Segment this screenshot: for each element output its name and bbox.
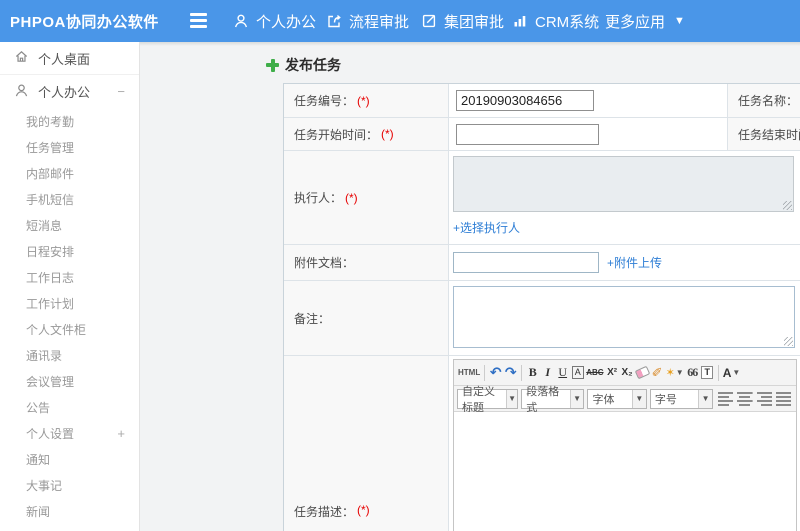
editor-content-area[interactable] bbox=[454, 412, 796, 531]
nav-item-group-approval[interactable]: 集团审批 bbox=[421, 0, 504, 42]
sidebar-item-label: 个人桌面 bbox=[38, 51, 91, 67]
sidebar-item-task-management[interactable]: 任务管理 bbox=[0, 134, 139, 160]
plus-icon bbox=[266, 58, 279, 72]
sidebar-item-memorabilia[interactable]: 大事记 bbox=[0, 472, 139, 498]
align-center-button[interactable] bbox=[737, 391, 753, 406]
sidebar-item-personal-office[interactable]: 个人办公 − bbox=[0, 75, 139, 108]
note-textarea[interactable] bbox=[453, 286, 795, 348]
expand-icon[interactable]: + bbox=[117, 426, 125, 441]
toolbar-separator bbox=[717, 364, 719, 381]
collapse-icon[interactable]: − bbox=[117, 84, 125, 99]
attachment-input[interactable] bbox=[453, 252, 599, 273]
rich-text-editor: HTML ↶ ↷ B I U A ABC X² X₂ ✐ ✶ ▼ 66 T A … bbox=[453, 359, 797, 531]
sidebar-item-notification[interactable]: 通知 bbox=[0, 446, 139, 472]
editor-remove-format-button[interactable] bbox=[634, 363, 650, 382]
nav-item-label: 流程审批 bbox=[349, 13, 410, 31]
sidebar-item-personal-file-cabinet[interactable]: 个人文件柜 bbox=[0, 316, 139, 342]
nav-item-label: 个人办公 bbox=[256, 13, 317, 31]
sidebar-item-news[interactable]: 新闻 bbox=[0, 498, 139, 524]
hamburger-menu-icon[interactable] bbox=[190, 13, 207, 29]
editor-redo-button[interactable]: ↷ bbox=[503, 363, 518, 382]
align-justify-button[interactable] bbox=[775, 391, 792, 406]
nav-item-more-apps[interactable]: 更多应用 ▼ bbox=[605, 0, 685, 42]
attachment-upload-link[interactable]: +附件上传 bbox=[607, 254, 662, 271]
editor-superscript-button[interactable]: X² bbox=[605, 363, 620, 382]
editor-autoformat-button[interactable]: ✶ ▼ bbox=[665, 363, 685, 382]
editor-italic-button[interactable]: I bbox=[540, 363, 555, 382]
nav-item-label: 集团审批 bbox=[444, 13, 505, 31]
task-name-label: 任务名称：(*) bbox=[728, 84, 800, 118]
editor-toolbar-row-2: 自定义标题 ▼ 段落格式 ▼ 字体 ▼ 字号 ▼ bbox=[454, 386, 796, 414]
note-label: 备注： bbox=[284, 281, 449, 356]
editor-font-color-button[interactable]: A ▼ bbox=[722, 363, 742, 382]
sidebar-item-personal-desktop[interactable]: 个人桌面 bbox=[0, 42, 139, 75]
eraser-icon bbox=[634, 365, 650, 380]
sidebar-item-contacts[interactable]: 通讯录 bbox=[0, 342, 139, 368]
custom-title-select[interactable]: 自定义标题 ▼ bbox=[457, 386, 519, 414]
sidebar-item-internal-mail[interactable]: 内部邮件 bbox=[0, 160, 139, 186]
paragraph-format-select[interactable]: 段落格式 ▼ bbox=[521, 386, 585, 414]
font-size-select[interactable]: 字号 ▼ bbox=[649, 388, 714, 409]
task-form: 任务编号：(*) 任务名称：(*) 任务开始时间：(*) 任务结束时间：(*) … bbox=[283, 83, 800, 531]
sidebar-item-schedule[interactable]: 日程安排 bbox=[0, 238, 139, 264]
task-number-input[interactable] bbox=[456, 90, 594, 111]
toolbar-separator bbox=[484, 364, 486, 381]
caret-down-icon: ▼ bbox=[732, 368, 741, 377]
editor-paste-text-button[interactable]: T bbox=[700, 363, 715, 382]
edit-approval-icon bbox=[421, 13, 437, 29]
task-description-label: 任务描述： (*) bbox=[284, 356, 449, 531]
editor-font-button[interactable]: A bbox=[570, 363, 585, 382]
bar-chart-icon bbox=[512, 13, 528, 29]
nav-item-label: 更多应用 bbox=[605, 13, 666, 31]
editor-strikethrough-button[interactable]: ABC bbox=[585, 363, 604, 382]
sidebar-item-announcement[interactable]: 公告 bbox=[0, 394, 139, 420]
task-number-label: 任务编号： (*) bbox=[284, 84, 449, 118]
caret-down-icon: ▼ bbox=[675, 368, 684, 377]
page-title: 发布任务 bbox=[266, 55, 341, 75]
app-logo: PHPOA协同办公软件 bbox=[10, 13, 159, 31]
editor-bold-button[interactable]: B bbox=[525, 363, 540, 382]
align-right-button[interactable] bbox=[756, 391, 772, 406]
task-start-time-input[interactable] bbox=[456, 123, 599, 145]
sidebar-item-meeting-management[interactable]: 会议管理 bbox=[0, 368, 139, 394]
user-icon bbox=[233, 13, 249, 29]
editor-format-brush-button[interactable]: ✐ bbox=[650, 363, 665, 382]
sidebar-item-mobile-sms[interactable]: 手机短信 bbox=[0, 186, 139, 212]
nav-item-crm-system[interactable]: CRM系统 bbox=[512, 0, 599, 42]
task-end-time-label: 任务结束时间：(*) bbox=[728, 118, 800, 151]
caret-down-icon: ▼ bbox=[631, 389, 646, 408]
caret-down-icon: ▼ bbox=[698, 389, 713, 408]
editor-underline-button[interactable]: U bbox=[555, 363, 570, 382]
sidebar: 个人桌面 个人办公 − 我的考勤 任务管理 内部邮件 手机短信 短消息 日程安排… bbox=[0, 42, 140, 531]
flow-approval-icon bbox=[326, 13, 342, 29]
nav-item-label: CRM系统 bbox=[535, 13, 600, 31]
toolbar-separator bbox=[521, 364, 523, 381]
sidebar-item-short-message[interactable]: 短消息 bbox=[0, 212, 139, 238]
editor-html-source-button[interactable]: HTML bbox=[457, 363, 481, 382]
user-icon bbox=[14, 83, 29, 101]
top-navbar: PHPOA协同办公软件 个人办公 流程审批 集团审批 CRM系统 更多应用 ▼ bbox=[0, 0, 800, 42]
caret-down-icon: ▼ bbox=[674, 15, 685, 27]
executor-textarea[interactable] bbox=[453, 156, 794, 212]
main-content: 发布任务 任务编号：(*) 任务名称：(*) 任务开始时间：(*) 任务结束时间… bbox=[140, 42, 800, 531]
caret-down-icon: ▼ bbox=[505, 389, 518, 408]
home-icon bbox=[14, 49, 29, 67]
nav-item-workflow-approval[interactable]: 流程审批 bbox=[326, 0, 409, 42]
sidebar-item-label: 个人办公 bbox=[38, 85, 91, 100]
attachment-label: 附件文档： bbox=[284, 245, 449, 281]
select-executor-link[interactable]: +选择执行人 bbox=[453, 219, 520, 236]
editor-blockquote-button[interactable]: 66 bbox=[685, 363, 700, 382]
sidebar-item-work-log[interactable]: 工作日志 bbox=[0, 264, 139, 290]
executor-label: 执行人： (*) bbox=[284, 151, 449, 245]
nav-item-personal-office[interactable]: 个人办公 bbox=[233, 0, 316, 42]
font-family-select[interactable]: 字体 ▼ bbox=[587, 388, 647, 409]
sidebar-item-personal-settings[interactable]: 个人设置 + bbox=[0, 420, 139, 446]
editor-undo-button[interactable]: ↶ bbox=[488, 363, 503, 382]
sidebar-item-work-plan[interactable]: 工作计划 bbox=[0, 290, 139, 316]
align-left-button[interactable] bbox=[718, 391, 734, 406]
editor-subscript-button[interactable]: X₂ bbox=[620, 363, 635, 382]
task-start-time-label: 任务开始时间： (*) bbox=[284, 118, 449, 151]
sidebar-item-my-attendance[interactable]: 我的考勤 bbox=[0, 108, 139, 134]
caret-down-icon: ▼ bbox=[569, 389, 584, 408]
